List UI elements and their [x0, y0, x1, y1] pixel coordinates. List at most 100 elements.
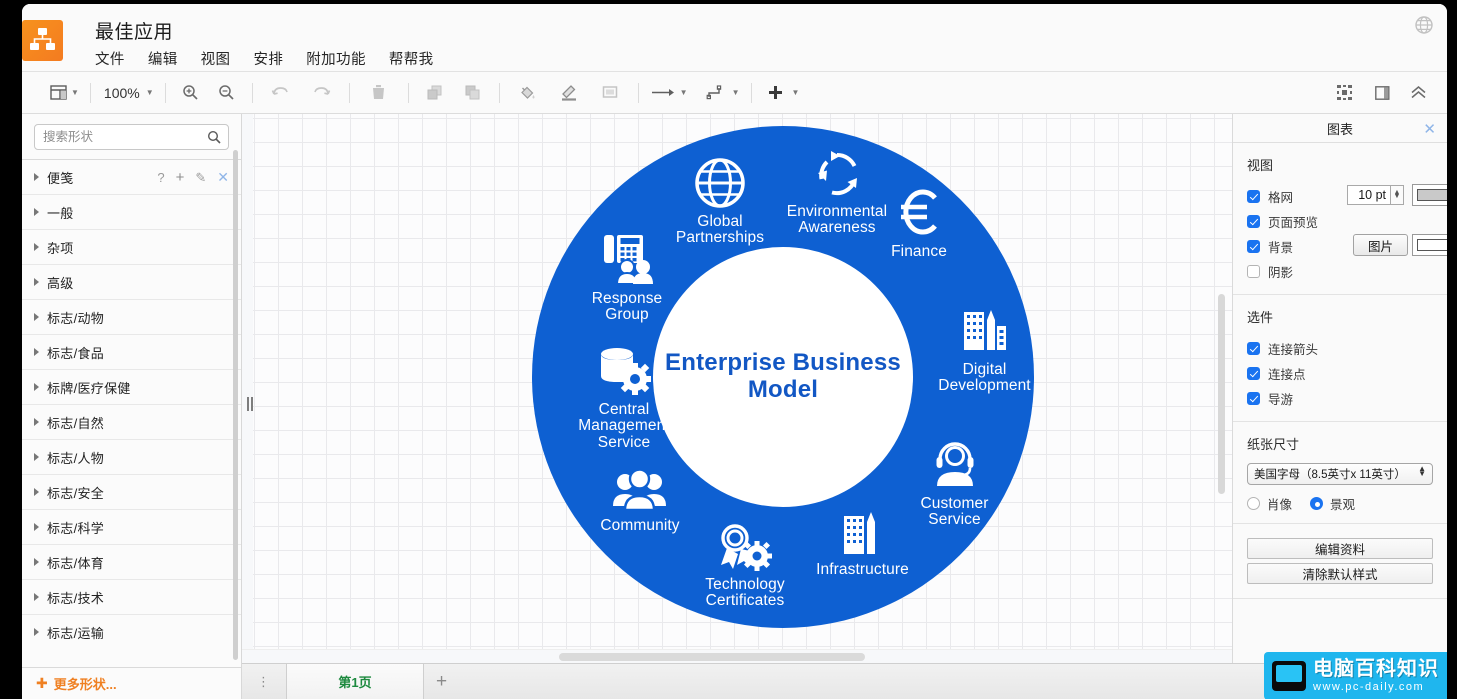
row-actions: ? + ✎ ✕	[157, 160, 229, 195]
shadow-checkbox[interactable]	[1247, 265, 1260, 278]
menu-view[interactable]: 视图	[201, 48, 231, 69]
undo-button[interactable]	[267, 78, 294, 108]
shape-category-technology[interactable]: 标志/技术	[22, 579, 241, 614]
collapse-toolbar-button[interactable]	[1405, 78, 1431, 108]
close-icon[interactable]: ✕	[217, 169, 229, 186]
menu-edit[interactable]: 编辑	[148, 48, 178, 69]
page-menu-icon[interactable]: ⋮	[242, 664, 286, 699]
phone-people-icon	[598, 231, 656, 287]
delete-button[interactable]	[366, 78, 392, 108]
divider	[89, 82, 91, 103]
scrollbar-thumb[interactable]	[233, 150, 238, 660]
shape-category-animals[interactable]: 标志/动物	[22, 299, 241, 334]
menu-file[interactable]: 文件	[95, 48, 125, 69]
plus-icon: ✚	[36, 675, 48, 691]
background-checkbox[interactable]	[1247, 240, 1260, 253]
connection-points-checkbox[interactable]	[1247, 367, 1260, 380]
shape-style-button[interactable]	[597, 78, 624, 108]
globe-icon[interactable]	[1413, 14, 1435, 36]
shape-category-science[interactable]: 标志/科学	[22, 509, 241, 544]
grid-row: 格网 10 pt ▲ ▼	[1247, 184, 1447, 209]
diagram-node-central-management-service[interactable]: Central Management Service	[544, 344, 704, 451]
background-color-swatch[interactable]	[1412, 234, 1447, 256]
redo-button[interactable]	[308, 78, 335, 108]
chevron-right-icon	[34, 418, 39, 426]
shape-category-general[interactable]: 一般	[22, 194, 241, 229]
line-color-button[interactable]	[555, 78, 583, 108]
diagram-node-finance[interactable]: Finance	[864, 184, 974, 260]
background-image-button[interactable]: 图片	[1353, 234, 1408, 256]
view-layout-button[interactable]: ▼	[46, 78, 83, 108]
page-tab-1[interactable]: 第1页	[286, 664, 424, 699]
chevron-right-icon	[34, 488, 39, 496]
chevron-right-icon	[34, 523, 39, 531]
shape-category-people[interactable]: 标志/人物	[22, 439, 241, 474]
guides-checkbox[interactable]	[1247, 392, 1260, 405]
canvas-vertical-scrollbar-thumb[interactable]	[1218, 294, 1225, 494]
more-shapes-label: 更多形状...	[53, 677, 117, 692]
panel-splitter-handle[interactable]	[247, 397, 253, 411]
award-gear-icon	[716, 521, 774, 573]
grid-checkbox[interactable]	[1247, 190, 1260, 203]
connection-arrows-checkbox[interactable]	[1247, 342, 1260, 355]
scrollbar-thumb[interactable]	[559, 653, 865, 661]
toggle-format-panel-button[interactable]	[1369, 78, 1395, 108]
add-icon[interactable]: +	[176, 169, 185, 186]
grid-color-swatch[interactable]	[1412, 184, 1447, 206]
menu-arrange[interactable]: 安排	[253, 48, 283, 69]
grid-size-stepper[interactable]: ▲ ▼	[1391, 185, 1404, 205]
fill-color-button[interactable]	[514, 78, 541, 108]
shape-category-sports[interactable]: 标志/体育	[22, 544, 241, 579]
more-shapes-button[interactable]: ✚ 更多形状...	[22, 667, 241, 699]
edit-icon[interactable]: ✎	[195, 170, 206, 186]
add-page-icon[interactable]: +	[424, 664, 459, 699]
diagram-enterprise-business-model[interactable]: Enterprise Business Model Global Partner…	[532, 126, 1034, 628]
page-tab-label: 第1页	[338, 675, 372, 690]
divider	[164, 82, 166, 103]
shape-category-advanced[interactable]: 高级	[22, 264, 241, 299]
shape-category-healthcare[interactable]: 标牌/医疗保健	[22, 369, 241, 404]
format-panel-header: 图表 ✕	[1233, 114, 1447, 143]
canvas-horizontal-scrollbar[interactable]	[242, 649, 1232, 663]
diagram-node-response-group[interactable]: Response Group	[562, 231, 692, 324]
grid-size-input[interactable]: 10 pt	[1347, 185, 1391, 205]
edit-data-button[interactable]: 编辑资料	[1247, 538, 1433, 559]
close-icon[interactable]: ✕	[1423, 120, 1436, 138]
search-box[interactable]	[34, 124, 229, 150]
shape-category-food[interactable]: 标志/食品	[22, 334, 241, 369]
headset-person-icon	[929, 438, 981, 492]
shape-panel-scrollbar[interactable]	[233, 150, 238, 699]
menu-extras[interactable]: 附加功能	[306, 48, 366, 69]
connector-style-button[interactable]: ▼	[646, 78, 692, 108]
menu-help[interactable]: 帮帮我	[389, 48, 434, 69]
shape-category-transport[interactable]: 标志/运输	[22, 614, 241, 649]
shape-category-label: 标志/运输	[47, 625, 105, 641]
help-icon[interactable]: ?	[157, 170, 164, 185]
orientation-landscape-radio[interactable]	[1310, 497, 1324, 510]
shape-category-safety[interactable]: 标志/安全	[22, 474, 241, 509]
fullscreen-button[interactable]	[1331, 78, 1357, 108]
search-input[interactable]	[35, 125, 228, 149]
insert-button[interactable]: ▼	[763, 78, 804, 108]
diagram-node-community[interactable]: Community	[575, 466, 705, 534]
clear-default-style-button[interactable]: 清除默认样式	[1247, 563, 1433, 584]
shape-category-misc[interactable]: 杂项	[22, 229, 241, 264]
search-icon[interactable]	[207, 130, 221, 149]
orientation-portrait-label: 肖像	[1267, 498, 1293, 512]
canvas-area[interactable]: Enterprise Business Model Global Partner…	[242, 114, 1232, 649]
watermark-url: www.pc-daily.com	[1313, 681, 1425, 693]
send-to-back-button[interactable]	[460, 78, 486, 108]
page-view-checkbox[interactable]	[1247, 215, 1260, 228]
node-label: Finance	[891, 243, 947, 260]
bring-to-front-button[interactable]	[422, 78, 448, 108]
zoom-out-button[interactable]	[214, 78, 240, 108]
waypoint-style-button[interactable]: ▼	[702, 78, 744, 108]
zoom-level-button[interactable]: 100% ▼	[98, 78, 158, 108]
diagram-node-digital-development[interactable]: Digital Development	[912, 304, 1057, 395]
zoom-in-button[interactable]	[178, 78, 204, 108]
shape-category-nature[interactable]: 标志/自然	[22, 404, 241, 439]
monitor-pulse-icon	[1272, 661, 1306, 691]
paper-size-select[interactable]: 美国字母（8.5英寸x 11英寸） ▲ ▼	[1247, 463, 1433, 485]
orientation-portrait-radio[interactable]	[1247, 497, 1260, 510]
shape-category-notes[interactable]: 便笺 ? + ✎ ✕	[22, 159, 241, 194]
